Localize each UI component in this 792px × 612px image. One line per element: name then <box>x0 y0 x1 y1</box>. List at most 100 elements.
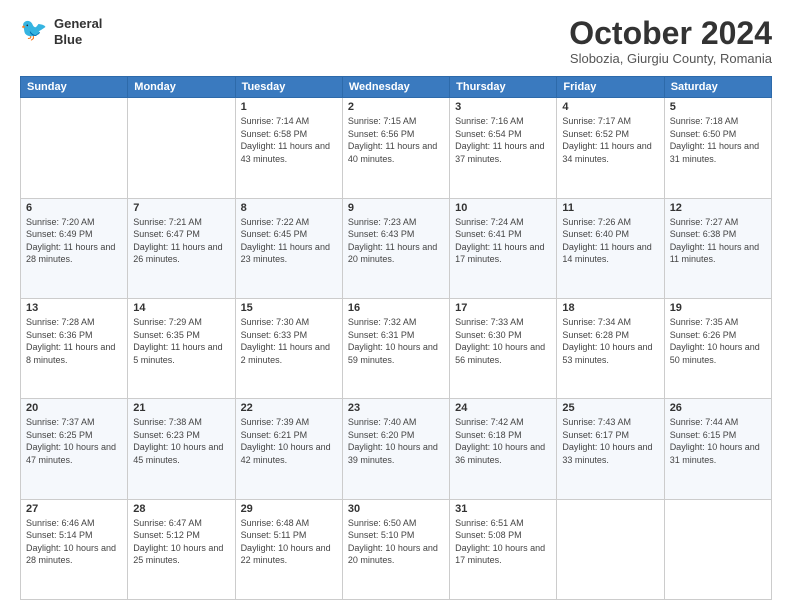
day-number: 13 <box>26 302 122 314</box>
day-number: 27 <box>26 503 122 515</box>
day-detail: Sunrise: 7:29 AM Sunset: 6:35 PM Dayligh… <box>133 316 229 366</box>
day-number: 26 <box>670 402 766 414</box>
day-number: 16 <box>348 302 444 314</box>
day-number: 28 <box>133 503 229 515</box>
calendar-cell: 26Sunrise: 7:44 AM Sunset: 6:15 PM Dayli… <box>664 399 771 499</box>
calendar-cell: 21 Sunrise: 7:38 AM Sunset: 6:23 PM Dayli… <box>128 399 235 499</box>
calendar-cell: 6 Sunrise: 7:20 AM Sunset: 6:49 PM Daylig… <box>21 198 128 298</box>
day-detail: Sunrise: 7:33 AM Sunset: 6:30 PM Dayligh… <box>455 316 551 366</box>
calendar-cell: 27 Sunrise: 6:46 AM Sunset: 5:14 PM Dayli… <box>21 499 128 599</box>
calendar-cell: 1 Sunrise: 7:14 AM Sunset: 6:58 PM Daylig… <box>235 98 342 198</box>
calendar-cell: 7 Sunrise: 7:21 AM Sunset: 6:47 PM Daylig… <box>128 198 235 298</box>
calendar-cell <box>557 499 664 599</box>
calendar-cell: 31Sunrise: 6:51 AM Sunset: 5:08 PM Dayli… <box>450 499 557 599</box>
day-number: 29 <box>241 503 337 515</box>
day-of-week-header: Sunday <box>21 77 128 98</box>
day-detail: Sunrise: 6:50 AM Sunset: 5:10 PM Dayligh… <box>348 517 444 567</box>
logo-text: General Blue <box>54 16 102 47</box>
day-detail: Sunrise: 7:14 AM Sunset: 6:58 PM Dayligh… <box>241 115 337 165</box>
title-block: October 2024 Slobozia, Giurgiu County, R… <box>569 16 772 66</box>
calendar-cell: 18Sunrise: 7:34 AM Sunset: 6:28 PM Dayli… <box>557 298 664 398</box>
day-detail: Sunrise: 7:27 AM Sunset: 6:38 PM Dayligh… <box>670 216 766 266</box>
calendar-cell: 9Sunrise: 7:23 AM Sunset: 6:43 PM Daylig… <box>342 198 449 298</box>
calendar-cell: 17 Sunrise: 7:33 AM Sunset: 6:30 PM Dayli… <box>450 298 557 398</box>
calendar-cell: 28Sunrise: 6:47 AM Sunset: 5:12 PM Dayli… <box>128 499 235 599</box>
calendar-cell: 2 Sunrise: 7:15 AM Sunset: 6:56 PM Daylig… <box>342 98 449 198</box>
logo-icon: 🐦 <box>20 17 50 47</box>
day-of-week-header: Tuesday <box>235 77 342 98</box>
calendar-cell: 8 Sunrise: 7:22 AM Sunset: 6:45 PM Daylig… <box>235 198 342 298</box>
day-detail: Sunrise: 6:48 AM Sunset: 5:11 PM Dayligh… <box>241 517 337 567</box>
day-detail: Sunrise: 7:40 AM Sunset: 6:20 PM Dayligh… <box>348 416 444 466</box>
day-detail: Sunrise: 7:39 AM Sunset: 6:21 PM Dayligh… <box>241 416 337 466</box>
calendar-cell <box>21 98 128 198</box>
day-number: 8 <box>241 202 337 214</box>
day-number: 17 <box>455 302 551 314</box>
day-number: 23 <box>348 402 444 414</box>
day-number: 20 <box>26 402 122 414</box>
day-detail: Sunrise: 6:46 AM Sunset: 5:14 PM Dayligh… <box>26 517 122 567</box>
day-number: 22 <box>241 402 337 414</box>
day-detail: Sunrise: 7:37 AM Sunset: 6:25 PM Dayligh… <box>26 416 122 466</box>
day-detail: Sunrise: 7:43 AM Sunset: 6:17 PM Dayligh… <box>562 416 658 466</box>
calendar-cell: 20 Sunrise: 7:37 AM Sunset: 6:25 PM Dayli… <box>21 399 128 499</box>
day-detail: Sunrise: 7:32 AM Sunset: 6:31 PM Dayligh… <box>348 316 444 366</box>
day-detail: Sunrise: 7:42 AM Sunset: 6:18 PM Dayligh… <box>455 416 551 466</box>
calendar-cell: 14 Sunrise: 7:29 AM Sunset: 6:35 PM Dayli… <box>128 298 235 398</box>
svg-text:🐦: 🐦 <box>20 17 47 42</box>
day-detail: Sunrise: 7:30 AM Sunset: 6:33 PM Dayligh… <box>241 316 337 366</box>
calendar-cell: 4Sunrise: 7:17 AM Sunset: 6:52 PM Daylig… <box>557 98 664 198</box>
day-number: 25 <box>562 402 658 414</box>
day-number: 24 <box>455 402 551 414</box>
day-detail: Sunrise: 7:21 AM Sunset: 6:47 PM Dayligh… <box>133 216 229 266</box>
calendar-week-row: 13Sunrise: 7:28 AM Sunset: 6:36 PM Dayli… <box>21 298 772 398</box>
calendar-cell: 23 Sunrise: 7:40 AM Sunset: 6:20 PM Dayli… <box>342 399 449 499</box>
day-number: 1 <box>241 101 337 113</box>
calendar-week-row: 20 Sunrise: 7:37 AM Sunset: 6:25 PM Dayli… <box>21 399 772 499</box>
day-detail: Sunrise: 7:18 AM Sunset: 6:50 PM Dayligh… <box>670 115 766 165</box>
header: 🐦 General Blue October 2024 Slobozia, Gi… <box>20 16 772 66</box>
page: 🐦 General Blue October 2024 Slobozia, Gi… <box>0 0 792 612</box>
day-detail: Sunrise: 7:20 AM Sunset: 6:49 PM Dayligh… <box>26 216 122 266</box>
day-number: 3 <box>455 101 551 113</box>
day-detail: Sunrise: 7:26 AM Sunset: 6:40 PM Dayligh… <box>562 216 658 266</box>
day-number: 5 <box>670 101 766 113</box>
calendar-cell: 29 Sunrise: 6:48 AM Sunset: 5:11 PM Dayli… <box>235 499 342 599</box>
calendar-week-row: 6 Sunrise: 7:20 AM Sunset: 6:49 PM Daylig… <box>21 198 772 298</box>
day-detail: Sunrise: 7:15 AM Sunset: 6:56 PM Dayligh… <box>348 115 444 165</box>
day-detail: Sunrise: 6:51 AM Sunset: 5:08 PM Dayligh… <box>455 517 551 567</box>
day-number: 7 <box>133 202 229 214</box>
calendar-cell: 30 Sunrise: 6:50 AM Sunset: 5:10 PM Dayli… <box>342 499 449 599</box>
calendar-cell: 5 Sunrise: 7:18 AM Sunset: 6:50 PM Daylig… <box>664 98 771 198</box>
calendar-cell: 16 Sunrise: 7:32 AM Sunset: 6:31 PM Dayli… <box>342 298 449 398</box>
day-detail: Sunrise: 7:22 AM Sunset: 6:45 PM Dayligh… <box>241 216 337 266</box>
day-detail: Sunrise: 7:16 AM Sunset: 6:54 PM Dayligh… <box>455 115 551 165</box>
calendar-cell: 25 Sunrise: 7:43 AM Sunset: 6:17 PM Dayli… <box>557 399 664 499</box>
calendar-cell: 24 Sunrise: 7:42 AM Sunset: 6:18 PM Dayli… <box>450 399 557 499</box>
calendar-cell <box>128 98 235 198</box>
day-number: 30 <box>348 503 444 515</box>
day-of-week-header: Thursday <box>450 77 557 98</box>
day-detail: Sunrise: 7:24 AM Sunset: 6:41 PM Dayligh… <box>455 216 551 266</box>
calendar-cell <box>664 499 771 599</box>
day-of-week-header: Monday <box>128 77 235 98</box>
month-title: October 2024 <box>569 16 772 51</box>
day-number: 14 <box>133 302 229 314</box>
day-number: 18 <box>562 302 658 314</box>
calendar-cell: 19Sunrise: 7:35 AM Sunset: 6:26 PM Dayli… <box>664 298 771 398</box>
day-number: 9 <box>348 202 444 214</box>
logo: 🐦 General Blue <box>20 16 102 47</box>
calendar-cell: 10 Sunrise: 7:24 AM Sunset: 6:41 PM Dayli… <box>450 198 557 298</box>
calendar-cell: 13Sunrise: 7:28 AM Sunset: 6:36 PM Dayli… <box>21 298 128 398</box>
calendar-cell: 12Sunrise: 7:27 AM Sunset: 6:38 PM Dayli… <box>664 198 771 298</box>
day-number: 4 <box>562 101 658 113</box>
location-subtitle: Slobozia, Giurgiu County, Romania <box>569 51 772 66</box>
day-detail: Sunrise: 7:38 AM Sunset: 6:23 PM Dayligh… <box>133 416 229 466</box>
day-number: 10 <box>455 202 551 214</box>
calendar-cell: 11Sunrise: 7:26 AM Sunset: 6:40 PM Dayli… <box>557 198 664 298</box>
calendar-header-row: SundayMondayTuesdayWednesdayThursdayFrid… <box>21 77 772 98</box>
day-number: 2 <box>348 101 444 113</box>
day-number: 21 <box>133 402 229 414</box>
day-number: 6 <box>26 202 122 214</box>
day-number: 15 <box>241 302 337 314</box>
